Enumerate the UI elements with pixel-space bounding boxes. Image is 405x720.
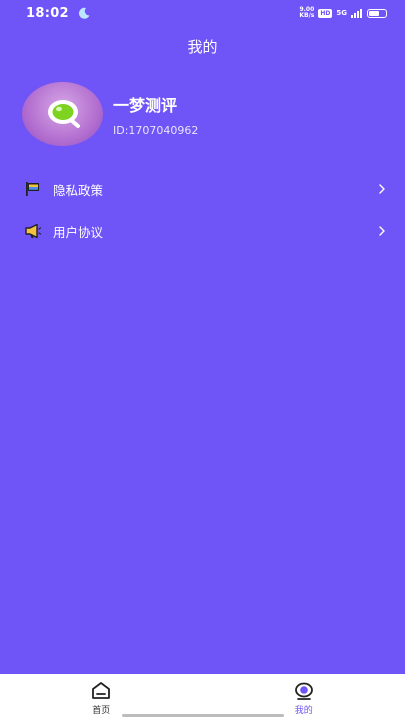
profile-header: 一梦测评 ID:1707040962 xyxy=(22,82,198,146)
menu-item-privacy-policy[interactable]: 隐私政策 xyxy=(0,168,405,210)
chevron-right-icon xyxy=(379,226,385,236)
magnifier-logo-icon xyxy=(47,100,80,128)
chevron-right-icon xyxy=(379,184,385,194)
network-type-label: 5G xyxy=(336,9,347,17)
home-indicator xyxy=(122,714,284,717)
menu-item-label: 隐私政策 xyxy=(53,182,104,198)
flag-icon xyxy=(24,180,42,198)
page-title: 我的 xyxy=(187,38,218,56)
avatar[interactable] xyxy=(22,82,103,146)
status-time: 18:02 xyxy=(26,5,69,21)
status-right: 9.00 KB/s HD 5G xyxy=(299,7,387,19)
megaphone-icon xyxy=(24,222,42,240)
battery-icon xyxy=(367,8,387,18)
user-id: ID:1707040962 xyxy=(113,123,199,137)
signal-icon xyxy=(351,8,362,18)
status-left: 18:02 xyxy=(26,6,91,21)
profile-icon xyxy=(294,682,313,700)
tab-profile-label: 我的 xyxy=(294,705,313,716)
menu-item-user-agreement[interactable]: 用户协议 xyxy=(0,210,405,252)
app-name: 一梦测评 xyxy=(113,95,178,115)
hd-badge: HD xyxy=(318,8,333,18)
profile-text: 一梦测评 ID:1707040962 xyxy=(113,92,198,137)
network-speed-unit: KB/s xyxy=(299,12,315,19)
tab-home-label: 首页 xyxy=(92,705,111,716)
network-speed: 9.00 KB/s xyxy=(299,7,314,19)
bottom-tab-bar: 首页 我的 xyxy=(0,674,405,720)
menu-item-label: 用户协议 xyxy=(53,224,104,240)
status-bar: 18:02 9.00 KB/s HD 5G xyxy=(0,0,405,26)
moon-icon xyxy=(78,7,90,19)
settings-menu: 隐私政策 用户协议 xyxy=(0,168,405,252)
home-icon xyxy=(92,681,111,699)
battery-fill xyxy=(369,10,379,16)
